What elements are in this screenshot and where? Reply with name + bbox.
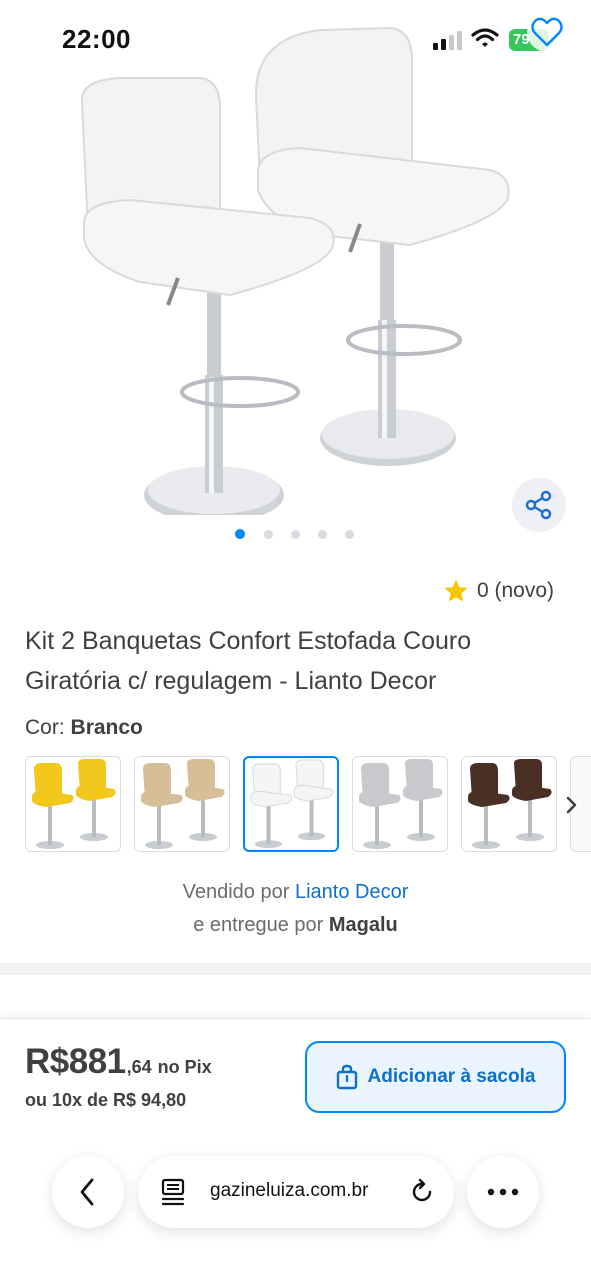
swatch-thumbnail (359, 759, 443, 849)
rating[interactable]: 0 (novo) (443, 576, 554, 606)
heart-outline-icon[interactable] (527, 12, 567, 52)
carousel-dot-1[interactable] (235, 529, 245, 539)
color-value: Branco (70, 716, 143, 739)
carousel-dot-4[interactable] (318, 530, 327, 539)
swatch-brown[interactable] (461, 756, 557, 852)
price-cents: ,64 (126, 1057, 152, 1077)
product-image[interactable] (60, 20, 530, 515)
deliverer-name: Magalu (328, 914, 398, 936)
reload-icon[interactable] (408, 1178, 436, 1206)
back-button[interactable] (52, 1156, 124, 1228)
price-suffix: no Pix (157, 1057, 212, 1077)
delivered-by-prefix: e entregue por (193, 914, 324, 936)
swatch-white[interactable] (243, 756, 339, 852)
more-dots-icon (487, 1188, 519, 1196)
carousel-dot-5[interactable] (345, 530, 354, 539)
color-swatches (25, 756, 591, 854)
swatch-gray[interactable] (352, 756, 448, 852)
sold-by-line: Vendido por Lianto Decor (0, 876, 591, 909)
price-main: R$881 (25, 1042, 126, 1081)
product-title-line-1: Kit 2 Banquetas Confort Estofada Couro (25, 627, 472, 655)
product-title-line-2: Giratória c/ regulagem - Lianto Decor (25, 667, 437, 695)
color-label: Cor: Branco (25, 716, 143, 740)
reader-icon[interactable] (160, 1178, 186, 1206)
chevron-right-icon[interactable] (560, 790, 582, 820)
delivered-by-line: e entregue por Magalu (0, 909, 591, 942)
chevron-left-icon (80, 1178, 94, 1206)
url-text[interactable]: gazineluiza.com.br (210, 1180, 368, 1202)
rating-label: 0 (novo) (477, 579, 555, 602)
carousel-dots[interactable] (235, 529, 365, 541)
section-divider (0, 963, 591, 975)
star-icon (444, 579, 468, 602)
swatch-yellow[interactable] (25, 756, 121, 852)
color-label-prefix: Cor: (25, 716, 65, 739)
price: R$881 ,64 no Pix (25, 1042, 212, 1082)
share-icon (525, 490, 552, 520)
sold-by: Vendido por Lianto Decor e entregue por … (0, 876, 591, 942)
sold-by-prefix: Vendido por (182, 881, 290, 903)
add-to-bag-button[interactable]: Adicionar à sacola (305, 1041, 566, 1113)
swatch-thumbnail (141, 759, 225, 849)
swatch-thumbnail (468, 759, 552, 849)
installments: ou 10x de R$ 94,80 (25, 1090, 187, 1110)
add-to-bag-label: Adicionar à sacola (367, 1066, 536, 1087)
swatch-thumbnail (32, 759, 116, 849)
more-button[interactable] (467, 1156, 539, 1228)
shopping-bag-icon (336, 1064, 357, 1090)
carousel-dot-2[interactable] (264, 530, 273, 539)
address-bar[interactable]: gazineluiza.com.br (138, 1156, 454, 1228)
carousel-dot-3[interactable] (291, 530, 300, 539)
swatch-beige[interactable] (134, 756, 230, 852)
swatch-thumbnail (250, 759, 334, 849)
seller-link[interactable]: Lianto Decor (295, 881, 408, 903)
share-button[interactable] (512, 478, 566, 532)
product-title: Kit 2 Banquetas Confort Estofada Couro G… (25, 621, 585, 701)
